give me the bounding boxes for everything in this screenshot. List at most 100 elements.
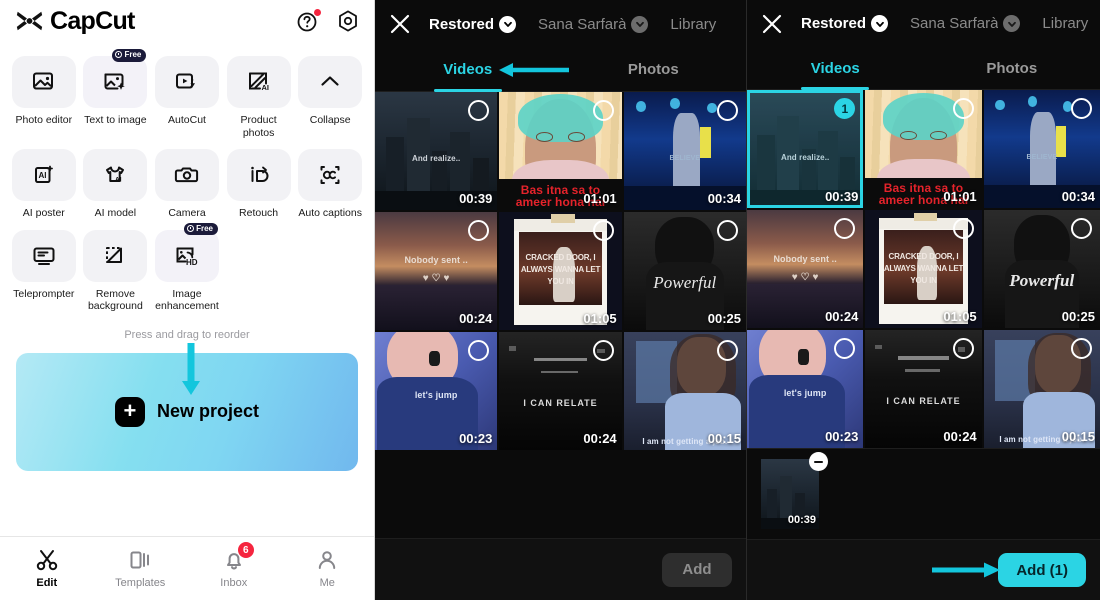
nav-item-me[interactable]: Me [281,548,375,589]
tool-remove-background[interactable]: Remove background [80,222,152,313]
media-type-tabs: Videos Photos [375,48,746,92]
select-circle[interactable] [952,218,974,240]
select-circle[interactable] [952,338,974,360]
tab-videos[interactable]: Videos [375,48,561,91]
media-thumb[interactable]: Bas itna sa to ameer hona hai 01:01 [499,92,622,210]
media-thumb-selected[interactable]: And realize.. 1 00:39 [747,90,864,209]
add-button[interactable]: Add (1) [998,553,1086,588]
source-tab-restored[interactable]: Restored [429,15,517,33]
tool-card: AI [11,149,76,201]
select-circle[interactable] [717,220,738,241]
select-circle[interactable] [717,100,738,121]
svg-text:AI: AI [261,83,269,92]
source-tab-account[interactable]: Sana Sarfarà [910,15,1021,33]
media-thumb[interactable]: Nobody sent .. ♥ ♡ ♥ 00:24 [747,210,864,329]
tab-photos[interactable]: Photos [924,47,1100,89]
tool-label: AI poster [22,207,65,219]
thumb-caption: I CAN RELATE [886,396,961,407]
right-arrow-annotation [932,562,1000,578]
tool-label: Teleprompter [13,287,75,300]
media-thumb[interactable]: CRACKED DOOR, I ALWAYS WANNA LET YOU IN … [865,210,982,329]
selection-tray: 00:39 [747,448,1100,539]
media-thumb[interactable]: I am not getting a job. 00:15 [623,332,746,450]
tool-label: AutoCut [168,114,206,126]
source-tab-account[interactable]: Sana Sarfarà [538,15,649,33]
tool-camera[interactable]: Camera [151,141,223,220]
media-thumb[interactable]: CRACKED DOOR, I ALWAYS WANNA LET YOU IN … [499,212,622,330]
media-thumb[interactable]: Nobody sent .. ♥ ♡ ♥ 00:24 [375,212,498,330]
tool-collapse[interactable]: Collapse [294,48,366,139]
select-circle[interactable] [717,340,738,361]
image-edit-icon [32,72,53,90]
media-thumb[interactable]: Bas itna sa to ameer hona hai 01:01 [865,90,982,209]
minus-circle-icon[interactable] [809,452,828,472]
home-header: CapCut [0,0,374,42]
tool-label: Auto captions [298,207,362,219]
nav-item-edit[interactable]: Edit [0,548,94,589]
svg-text:HD: HD [186,258,198,267]
thumb-duration: 00:39 [459,191,493,206]
tool-teleprompter[interactable]: Teleprompter [8,222,80,313]
tool-ai-model[interactable]: AI AI model [80,141,152,220]
question-mark-circle-icon[interactable] [296,9,321,33]
gear-hexagon-icon[interactable] [336,9,360,33]
chevron-down-icon [871,15,889,33]
source-tab-library[interactable]: Library [1042,15,1088,32]
source-tab-library[interactable]: Library [670,16,716,33]
person-icon [319,551,336,569]
media-thumb[interactable]: let's jump 00:23 [375,332,498,450]
media-thumb[interactable]: BELIEVE 00:34 [623,92,746,210]
tab-videos[interactable]: Videos [747,47,924,89]
tool-card [11,56,76,108]
thumb-duration: 00:24 [459,311,493,326]
thumb-duration: 00:34 [1061,189,1095,205]
capcut-home-panel: CapCut Photo editor Free Text to image A… [0,0,375,600]
media-thumb[interactable]: Powerful 00:25 [983,210,1100,329]
media-thumb[interactable]: And realize.. 00:39 [375,92,498,210]
video-bolt-icon [175,73,195,89]
tool-photo-editor[interactable]: Photo editor [8,48,80,139]
tool-auto-captions[interactable]: Auto captions [294,141,366,220]
select-circle-checked[interactable]: 1 [834,98,856,120]
tool-label: Photo editor [15,114,73,126]
media-thumb[interactable]: I CAN RELATE 00:24 [865,330,982,449]
nav-item-templates[interactable]: Templates [94,548,188,589]
templates-icon [130,551,150,569]
tool-card [11,229,76,282]
select-circle[interactable] [952,98,974,120]
tool-product-photos[interactable]: AI Product photos [223,48,295,139]
app-screen: CapCut Photo editor Free Text to image A… [0,0,1100,600]
tool-card [226,149,291,201]
tool-card: AI [226,56,291,108]
select-circle[interactable] [592,220,614,241]
tool-image-enhancement[interactable]: Free HD Image enhancement [151,222,223,313]
thumb-duration: 00:25 [707,311,741,326]
media-thumb[interactable]: Powerful 00:25 [623,212,746,330]
thumb-caption: Powerful [653,272,717,292]
media-thumb[interactable]: let's jump 00:23 [747,330,864,449]
select-circle[interactable] [592,100,614,121]
source-tab-restored[interactable]: Restored [801,15,889,33]
thumb-duration: 01:05 [583,311,617,326]
tool-retouch[interactable]: Retouch [223,141,295,220]
tab-photos[interactable]: Photos [561,48,747,91]
new-project-button[interactable]: + New project [16,352,358,471]
close-x-icon[interactable] [761,13,783,35]
media-type-tabs: Videos Photos [747,47,1100,91]
thumb-duration: 00:25 [1061,309,1095,325]
tool-text-to-image[interactable]: Free Text to image [80,48,152,139]
media-thumb[interactable]: I am not getting a job. 00:15 [983,330,1100,449]
tray-item[interactable]: 00:39 [761,452,828,530]
clock-icon [115,51,123,59]
media-thumb[interactable]: I CAN RELATE 00:24 [499,332,622,450]
tool-ai-poster[interactable]: AI AI poster [8,141,80,220]
select-circle[interactable] [592,340,614,361]
thumb-caption: And realize.. [411,154,461,164]
tool-autocut[interactable]: AutoCut [151,48,223,139]
add-button[interactable]: Add [662,552,732,587]
thumb-duration: 00:24 [943,429,977,445]
source-tab-label: Sana Sarfarà [538,15,627,33]
nav-item-inbox[interactable]: 6 Inbox [187,542,281,589]
close-x-icon[interactable] [389,13,411,35]
media-thumb[interactable]: BELIEVE 00:34 [983,90,1100,209]
